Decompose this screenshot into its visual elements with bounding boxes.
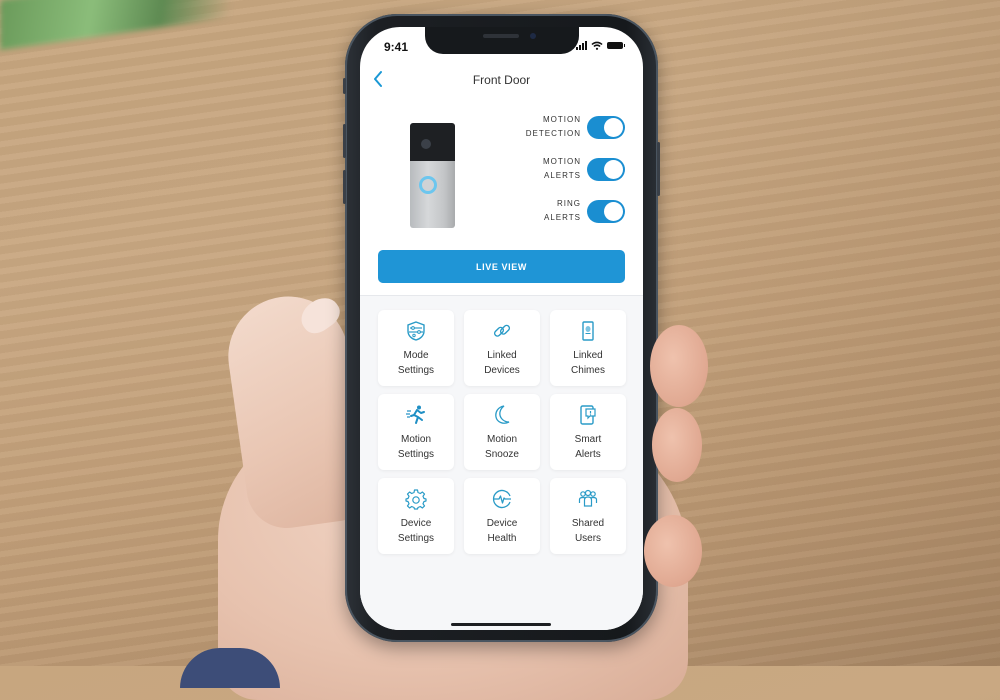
battery-icon (607, 42, 625, 49)
tile-motion-snooze[interactable]: Motion Snooze (464, 394, 540, 470)
tile-mode-settings[interactable]: Mode Settings (378, 310, 454, 386)
volume-down-button (343, 170, 346, 204)
status-icons (576, 41, 625, 50)
tile-shared-users[interactable]: Shared Users (550, 478, 626, 554)
ring-alerts-toggle[interactable] (587, 199, 625, 223)
tile-label: Device Settings (397, 518, 435, 544)
settings-grid: Mode Settings Linked Devices Linked Chimes … (378, 310, 626, 554)
live-view-button[interactable]: LIVE VIEW (378, 250, 625, 283)
toggle-row-motion-detection: MOTION DETECTION (526, 113, 625, 141)
status-time: 9:41 (384, 40, 409, 54)
mode-shield-icon (405, 320, 427, 342)
running-person-icon (405, 404, 427, 426)
finger-ring (644, 515, 702, 587)
motion-detection-toggle[interactable] (587, 115, 625, 139)
toggle-label: MOTION ALERTS (543, 157, 581, 180)
front-camera (530, 33, 536, 39)
smart-alert-icon (577, 404, 599, 426)
wifi-icon (591, 41, 603, 50)
tile-label: Device Health (486, 518, 518, 544)
doorbell-lens (421, 139, 431, 149)
tile-device-settings[interactable]: Device Settings (378, 478, 454, 554)
motion-alerts-toggle[interactable] (587, 157, 625, 181)
doorbell-image (410, 123, 466, 239)
tile-linked-devices[interactable]: Linked Devices (464, 310, 540, 386)
tile-label: Mode Settings (397, 350, 435, 376)
doorbell-camera-panel (410, 123, 455, 161)
earpiece-speaker (483, 34, 519, 38)
moon-icon (491, 404, 513, 426)
page-title: Front Door (472, 73, 531, 87)
tile-label: Linked Chimes (571, 350, 605, 376)
finger-middle (652, 408, 702, 482)
tile-smart-alerts[interactable]: Smart Alerts (550, 394, 626, 470)
background-shade (660, 0, 1000, 666)
tile-label: Motion Snooze (485, 434, 519, 460)
chime-icon (577, 320, 599, 342)
toggle-row-ring-alerts: RING ALERTS (544, 197, 625, 225)
heartbeat-icon (491, 488, 513, 510)
mute-switch (343, 78, 346, 94)
app-header: Front Door (360, 69, 643, 93)
home-indicator[interactable] (451, 623, 551, 626)
toggle-label: RING ALERTS (544, 199, 581, 222)
toggle-label: MOTION DETECTION (525, 115, 581, 138)
finger-index (650, 325, 708, 407)
tile-label: Shared Users (571, 518, 605, 544)
link-icon (491, 320, 513, 342)
tile-label: Linked Devices (484, 350, 520, 376)
toggle-row-motion-alerts: MOTION ALERTS (543, 155, 625, 183)
users-icon (577, 488, 599, 510)
phone-screen: 9:41 Front Door MOTION DETECTION MOTION … (360, 27, 643, 630)
doorbell-button-ring (419, 176, 437, 194)
tile-motion-settings[interactable]: Motion Settings (378, 394, 454, 470)
tile-device-health[interactable]: Device Health (464, 478, 540, 554)
tile-label: Motion Settings (397, 434, 435, 460)
tile-label: Smart Alerts (574, 434, 602, 460)
volume-up-button (343, 124, 346, 158)
tile-linked-chimes[interactable]: Linked Chimes (550, 310, 626, 386)
gear-icon (405, 488, 427, 510)
notch (425, 27, 579, 54)
power-button (657, 142, 660, 196)
doorbell-body (410, 161, 455, 228)
